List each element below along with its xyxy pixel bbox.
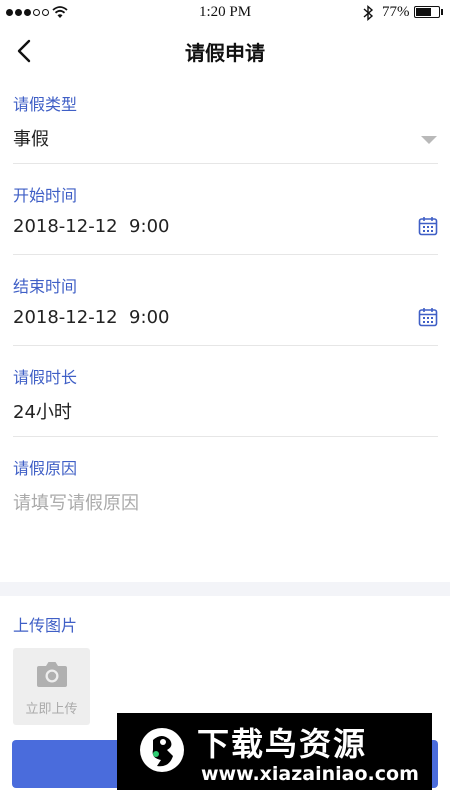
battery-icon [414, 6, 440, 18]
upload-button-label: 立即上传 [25, 702, 78, 717]
status-bar: 1:20 PM 77% [0, 0, 450, 26]
start-time-value: 2018-12-12 9:00 [13, 216, 170, 237]
start-time-label: 开始时间 [13, 186, 78, 205]
duration-label: 请假时长 [13, 368, 78, 387]
calendar-icon[interactable] [418, 307, 438, 327]
duration-value: 24小时 [13, 402, 72, 423]
bird-logo-icon [140, 728, 184, 772]
caret-down-icon[interactable] [420, 135, 438, 145]
end-time-label: 结束时间 [13, 277, 78, 296]
start-time-field[interactable]: 开始时间 2018-12-12 9:00 [13, 182, 438, 255]
leave-type-field[interactable]: 请假类型 事假 [13, 91, 438, 164]
watermark-title: 下载鸟资源 [197, 725, 368, 763]
reason-label: 请假原因 [13, 459, 78, 478]
watermark-url: www.xiazainiao.com [201, 763, 419, 785]
reason-input[interactable]: 请填写请假原因 [13, 489, 139, 515]
camera-icon [37, 662, 67, 687]
calendar-icon[interactable] [418, 216, 438, 236]
battery-cap [441, 9, 443, 15]
reason-field[interactable]: 请假原因 请填写请假原因 [13, 455, 438, 575]
duration-field: 请假时长 24小时 [13, 364, 438, 437]
page-title: 请假申请 [185, 41, 265, 65]
watermark: 下载鸟资源 www.xiazainiao.com [117, 713, 432, 790]
end-time-value: 2018-12-12 9:00 [13, 307, 170, 328]
battery-percent: 77% [382, 4, 410, 20]
battery-level-fill [416, 8, 432, 16]
section-divider [0, 582, 450, 596]
bluetooth-icon [363, 4, 374, 22]
navigation-bar: 请假申请 [0, 26, 450, 76]
upload-image-button[interactable]: 立即上传 [13, 648, 90, 725]
end-time-field[interactable]: 结束时间 2018-12-12 9:00 [13, 273, 438, 346]
leave-type-label: 请假类型 [13, 95, 78, 114]
upload-label: 上传图片 [13, 616, 78, 635]
leave-type-value: 事假 [13, 129, 49, 150]
